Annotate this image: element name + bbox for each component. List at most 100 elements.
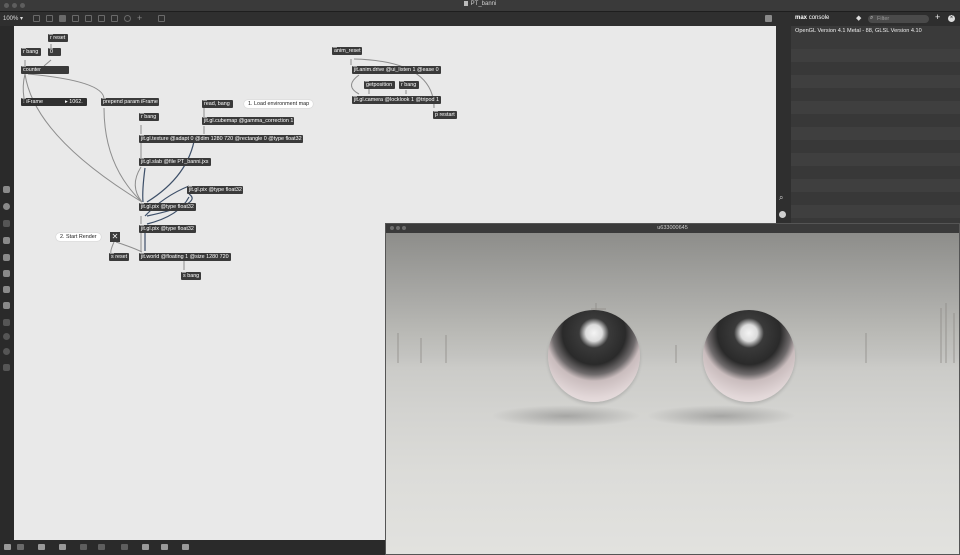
patch-cord — [115, 241, 143, 253]
screen-icon[interactable] — [38, 544, 45, 550]
jit-world-object[interactable]: jit.world @floating 1 @size 1280 720 — [139, 253, 231, 261]
list-icon[interactable] — [182, 544, 189, 550]
receive-bang-object[interactable]: r bang — [21, 48, 41, 56]
sphere-shadow — [646, 405, 796, 427]
read-bang-message[interactable]: read, bang — [202, 100, 233, 108]
start-render-comment: 2. Start Render — [56, 233, 101, 241]
minimize-window-button[interactable] — [396, 226, 400, 230]
rendered-scene — [386, 233, 959, 554]
gl-camera-object[interactable]: jit.gl.camera @locklook 1 @tripod 1 — [352, 96, 441, 104]
eye-icon[interactable] — [80, 544, 87, 550]
lock-icon[interactable] — [4, 544, 11, 550]
sidebar-toggle-icon[interactable] — [765, 15, 772, 22]
layers-icon[interactable] — [3, 220, 10, 227]
sphere-shadow — [491, 405, 641, 427]
receive-reset-object[interactable]: r reset — [48, 34, 68, 42]
gl-pix-object[interactable]: jit.gl.pix @type float32 — [187, 186, 243, 194]
add-icon[interactable]: + — [137, 13, 142, 23]
slab-object[interactable]: jit.gl.slab @file PT_banni.jxs — [139, 158, 211, 166]
receive-bang-object[interactable]: r bang — [399, 81, 419, 89]
presentation-icon[interactable] — [158, 15, 165, 22]
new-object-icon[interactable] — [33, 15, 40, 22]
iframe-label: iFrame — [26, 99, 43, 105]
clear-console-icon[interactable]: × — [948, 15, 955, 22]
toggle-button[interactable]: ✕ — [110, 232, 120, 242]
console-line: OpenGL Version 4.1 Metal - 88, GLSL Vers… — [795, 28, 922, 34]
send-reset-object[interactable]: s reset — [109, 253, 129, 261]
render-window-titlebar: u633000645 — [386, 224, 959, 233]
patch-cord — [24, 73, 143, 203]
filter-field[interactable]: ⌕ Filter — [868, 15, 929, 23]
sidebar-tab-strip: ⌕ — [776, 12, 791, 224]
zoom-dropdown[interactable]: 100% ▾ — [3, 15, 23, 22]
slider-object-icon[interactable] — [98, 15, 105, 22]
windows-icon[interactable] — [59, 544, 66, 550]
getposition-message[interactable]: getposition — [364, 81, 395, 89]
patch-cord — [27, 73, 105, 100]
restart-subpatch-object[interactable]: p restart — [433, 111, 457, 119]
patch-cord — [351, 74, 360, 95]
filter-placeholder: Filter — [877, 16, 890, 22]
load-env-comment: 1. Load environment map — [244, 100, 314, 108]
console-title: console — [808, 15, 830, 21]
document-icon — [463, 1, 468, 6]
package-icon[interactable] — [3, 186, 10, 193]
presentation-mode-icon[interactable] — [17, 544, 24, 550]
patch-cord — [110, 241, 115, 254]
button-object-icon[interactable] — [72, 15, 79, 22]
help-icon[interactable] — [124, 15, 131, 22]
bpatcher-icon[interactable] — [3, 254, 10, 261]
paperclip-icon[interactable] — [3, 286, 10, 293]
grid-icon[interactable] — [98, 544, 105, 550]
patcher-toolbar: 100% ▾ + — [0, 12, 776, 26]
patch-cord — [22, 73, 26, 99]
texture-cord — [142, 167, 146, 203]
number-box[interactable]: 0 — [48, 48, 61, 56]
cubemap-object[interactable]: jit.gl.cubemap @gamma_correction 1 — [202, 117, 294, 125]
send-bang-object[interactable]: s bang — [181, 272, 201, 280]
add-icon[interactable]: + — [935, 12, 940, 22]
comment-icon[interactable] — [59, 15, 66, 22]
window-title: PT_banni — [0, 1, 960, 7]
diamond-icon[interactable]: ◆ — [856, 14, 861, 22]
info-icon[interactable] — [779, 211, 786, 218]
console-header: max console ◆ ⌕ Filter + × — [791, 12, 960, 26]
star-icon[interactable] — [3, 364, 10, 371]
image-icon[interactable] — [3, 270, 10, 277]
texture-object[interactable]: jit.gl.texture @adapt 0 @dim 1280 720 @r… — [139, 135, 303, 143]
patcher-bottom-toolbar — [0, 540, 386, 555]
wrench-icon[interactable] — [142, 544, 149, 550]
zoom-window-button[interactable] — [402, 226, 406, 230]
gl-pix-object[interactable]: jit.gl.pix @type float32 — [139, 203, 196, 211]
message-icon[interactable] — [46, 15, 53, 22]
filter-search-icon: ⌕ — [870, 15, 874, 21]
left-palette — [0, 26, 14, 540]
close-window-button[interactable] — [390, 226, 394, 230]
anim-drive-object[interactable]: jit.anim.drive @ui_listen 1 @ease 0 — [352, 66, 441, 74]
debug-icon[interactable] — [121, 544, 128, 550]
link-icon[interactable] — [3, 319, 10, 326]
gl-pix-object[interactable]: jit.gl.pix @type float32 — [139, 225, 196, 233]
iframe-value: ▸ 1062. — [65, 99, 83, 105]
chrome-sphere — [548, 310, 640, 402]
max-console: max console ◆ ⌕ Filter + × OpenGL Versio… — [791, 12, 960, 224]
dial-icon[interactable] — [3, 333, 10, 340]
mixer-icon[interactable] — [161, 544, 168, 550]
iframe-param-object[interactable]: ⁝ iFrame ▸ 1062. — [21, 98, 87, 106]
window-titlebar: PT_banni — [0, 0, 960, 12]
prepend-object[interactable]: prepend param iFrame — [101, 98, 159, 106]
counter-object[interactable]: counter — [21, 66, 69, 74]
toggle-object-icon[interactable] — [85, 15, 92, 22]
receive-bang-object[interactable]: r bang — [139, 113, 159, 121]
search-icon[interactable]: ⌕ — [779, 193, 783, 203]
music-note-icon[interactable] — [3, 237, 10, 244]
patch-cord — [103, 107, 143, 203]
background-structures — [397, 303, 955, 363]
render-window[interactable]: u633000645 — [385, 223, 960, 555]
number-object-icon[interactable] — [111, 15, 118, 22]
vignettes-icon[interactable] — [3, 203, 10, 210]
anim-reset-message[interactable]: anim_reset — [332, 47, 362, 55]
console-empty-rows — [791, 49, 960, 224]
globe-icon[interactable] — [3, 348, 10, 355]
puzzle-icon[interactable] — [3, 302, 10, 309]
